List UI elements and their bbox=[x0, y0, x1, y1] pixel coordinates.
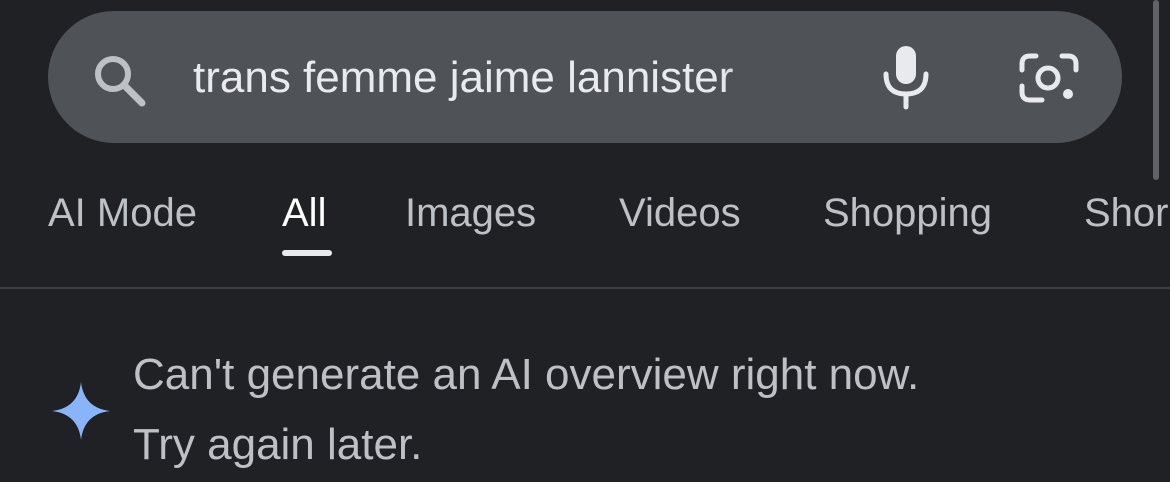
search-tabs: AI Mode All Images Videos Shopping Shor bbox=[0, 180, 1170, 270]
active-tab-indicator bbox=[282, 250, 332, 256]
search-input[interactable]: trans femme jaime lannister bbox=[193, 48, 793, 108]
camera-lens-icon[interactable] bbox=[1018, 50, 1080, 106]
search-icon[interactable] bbox=[90, 51, 148, 109]
sparkle-icon bbox=[52, 382, 110, 440]
tab-images[interactable]: Images bbox=[405, 188, 536, 238]
search-results-page: trans femme jaime lannister AI Mode All … bbox=[0, 0, 1170, 482]
ai-overview-line-1: Can't generate an AI overview right now. bbox=[133, 350, 920, 399]
tab-all[interactable]: All bbox=[282, 188, 326, 238]
ai-overview-message: Can't generate an AI overview right now.… bbox=[133, 340, 1113, 480]
scrollbar[interactable] bbox=[1153, 0, 1159, 180]
mic-icon[interactable] bbox=[880, 44, 932, 110]
divider bbox=[0, 287, 1170, 289]
ai-overview-line-2: Try again later. bbox=[133, 420, 423, 469]
tab-ai-mode[interactable]: AI Mode bbox=[48, 188, 197, 238]
tab-short-videos[interactable]: Shor bbox=[1084, 188, 1169, 238]
tab-shopping[interactable]: Shopping bbox=[823, 188, 992, 238]
tab-videos[interactable]: Videos bbox=[619, 188, 741, 238]
